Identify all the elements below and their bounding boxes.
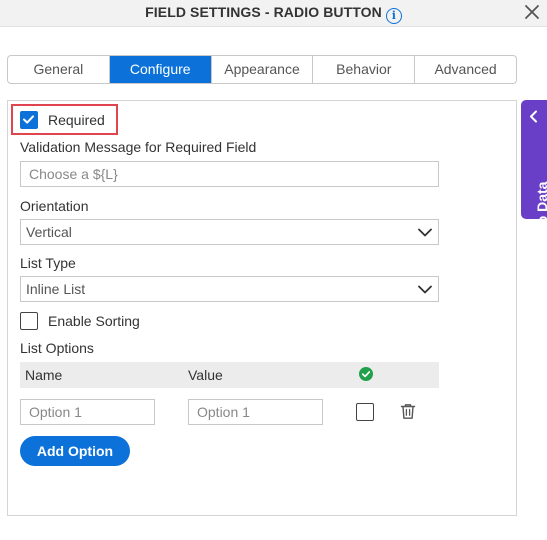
dialog-title: FIELD SETTINGS - RADIO BUTTON xyxy=(145,4,382,20)
tab-appearance[interactable]: Appearance xyxy=(212,56,314,83)
dialog-header: FIELD SETTINGS - RADIO BUTTON i xyxy=(0,0,547,27)
info-icon[interactable]: i xyxy=(385,8,402,24)
chevron-down-icon xyxy=(418,228,432,237)
column-value-header: Value xyxy=(188,367,223,383)
list-options-label: List Options xyxy=(20,340,94,356)
trash-icon[interactable] xyxy=(400,403,416,420)
chevron-down-icon xyxy=(418,285,432,294)
option-default-checkbox[interactable] xyxy=(356,403,374,421)
list-type-label: List Type xyxy=(20,255,76,271)
chevron-left-icon xyxy=(530,110,537,123)
validation-message-label: Validation Message for Required Field xyxy=(20,139,257,155)
required-label: Required xyxy=(48,112,105,128)
dialog-title-wrap: FIELD SETTINGS - RADIO BUTTON i xyxy=(0,4,547,24)
settings-tabs: General Configure Appearance Behavior Ad… xyxy=(7,55,517,84)
add-option-button[interactable]: Add Option xyxy=(20,436,130,466)
list-options-header: Name Value xyxy=(20,362,439,388)
check-circle-icon xyxy=(359,367,373,381)
tab-general[interactable]: General xyxy=(8,56,110,83)
list-type-select[interactable]: Inline List xyxy=(20,276,439,302)
tab-configure[interactable]: Configure xyxy=(109,56,212,83)
orientation-value: Vertical xyxy=(26,224,72,240)
app-data-label: App Data xyxy=(534,181,547,243)
app-data-tab[interactable]: App Data xyxy=(521,100,547,243)
orientation-label: Orientation xyxy=(20,198,89,214)
enable-sorting-checkbox[interactable] xyxy=(20,312,38,330)
check-icon xyxy=(23,115,34,124)
list-type-value: Inline List xyxy=(26,281,86,297)
tab-behavior[interactable]: Behavior xyxy=(313,56,416,83)
close-icon[interactable] xyxy=(522,2,542,22)
option-value-input[interactable] xyxy=(188,399,323,425)
column-name-header: Name xyxy=(25,367,63,383)
tab-advanced[interactable]: Advanced xyxy=(415,56,516,83)
orientation-select[interactable]: Vertical xyxy=(20,219,439,245)
required-checkbox[interactable] xyxy=(20,111,38,129)
validation-message-input[interactable] xyxy=(20,161,439,187)
option-name-input[interactable] xyxy=(20,399,155,425)
enable-sorting-label: Enable Sorting xyxy=(48,313,140,329)
